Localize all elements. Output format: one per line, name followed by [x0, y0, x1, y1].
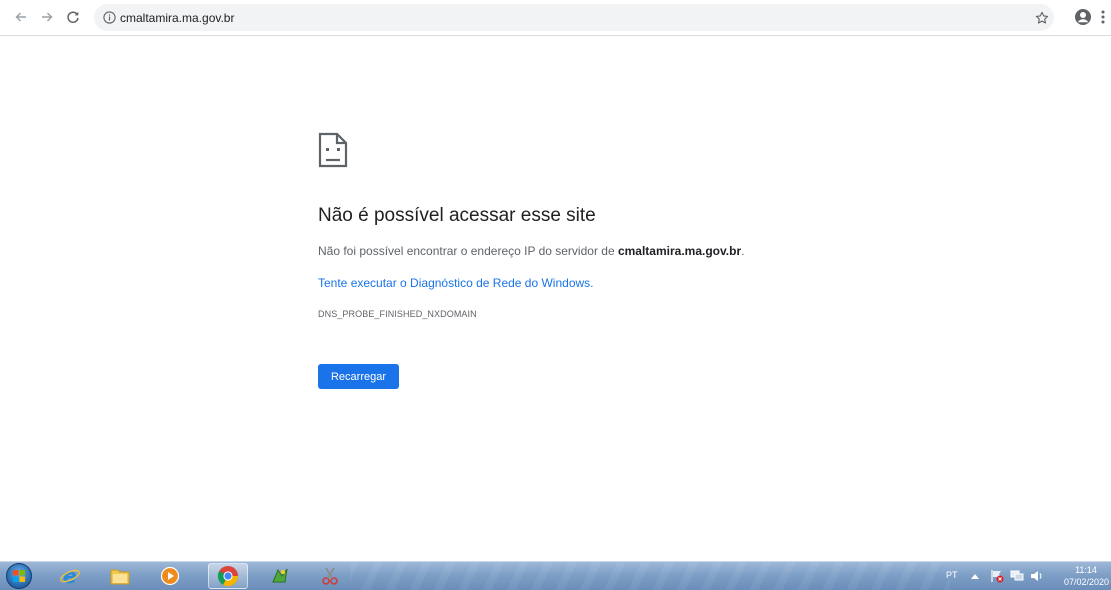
address-bar[interactable]: cmaltamira.ma.gov.br: [94, 4, 1054, 31]
menu-button[interactable]: [1096, 6, 1110, 28]
taskbar-app-snipping-tool[interactable]: [310, 563, 350, 589]
taskbar-app-internet-explorer[interactable]: e: [50, 563, 90, 589]
volume-icon[interactable]: [1030, 569, 1044, 583]
bookmark-star-button[interactable]: [1030, 8, 1054, 28]
forward-button[interactable]: [36, 6, 58, 28]
system-clock[interactable]: 11:14 07/02/2020: [1064, 564, 1110, 588]
taskbar-app-chrome[interactable]: [208, 563, 248, 589]
start-button[interactable]: [6, 563, 32, 589]
reload-button[interactable]: [62, 6, 84, 28]
profile-button[interactable]: [1072, 6, 1094, 28]
arrow-right-icon: [42, 12, 53, 22]
back-button[interactable]: [10, 6, 32, 28]
network-icon[interactable]: [1010, 569, 1024, 583]
taskbar-app-map[interactable]: [260, 563, 300, 589]
show-hidden-icons-icon[interactable]: [968, 569, 982, 583]
network-diagnostics-link[interactable]: Tente executar o Diagnóstico de Rede do …: [318, 276, 594, 290]
sad-page-icon: [318, 132, 348, 168]
map-icon: [272, 568, 288, 583]
error-description: Não foi possível encontrar o endereço IP…: [318, 244, 744, 258]
folder-icon: [110, 569, 130, 585]
internet-explorer-icon: e: [60, 565, 80, 587]
error-code: DNS_PROBE_FINISHED_NXDOMAIN: [318, 309, 477, 319]
chrome-icon: [217, 566, 239, 587]
action-center-flag-icon[interactable]: [990, 569, 1004, 583]
error-description-prefix: Não foi possível encontrar o endereço IP…: [318, 244, 618, 258]
media-player-icon: [160, 566, 180, 586]
clock-date: 07/02/2020: [1064, 577, 1110, 587]
kebab-menu-icon: [1101, 10, 1105, 24]
windows-logo-icon: [13, 570, 25, 582]
error-description-suffix: .: [741, 244, 745, 258]
taskbar-app-file-explorer[interactable]: [100, 563, 140, 589]
browser-toolbar: cmaltamira.ma.gov.br: [0, 0, 1111, 36]
url-text[interactable]: cmaltamira.ma.gov.br: [120, 11, 234, 25]
reload-page-button[interactable]: Recarregar: [318, 364, 399, 389]
error-title: Não é possível acessar esse site: [318, 205, 596, 226]
account-icon: [1075, 9, 1091, 25]
language-indicator[interactable]: PT: [946, 570, 958, 580]
info-icon[interactable]: [102, 10, 117, 25]
arrow-left-icon: [15, 12, 26, 22]
taskbar-app-media-player[interactable]: [150, 563, 190, 589]
windows-taskbar: e PT 11:14 07/02/2020: [0, 561, 1111, 590]
reload-icon: [67, 11, 79, 23]
error-domain: cmaltamira.ma.gov.br: [617, 244, 742, 258]
svg-text:e: e: [63, 565, 77, 587]
star-icon: [1035, 11, 1049, 24]
clock-time: 11:14: [1075, 565, 1097, 575]
scissors-icon: [322, 567, 338, 585]
